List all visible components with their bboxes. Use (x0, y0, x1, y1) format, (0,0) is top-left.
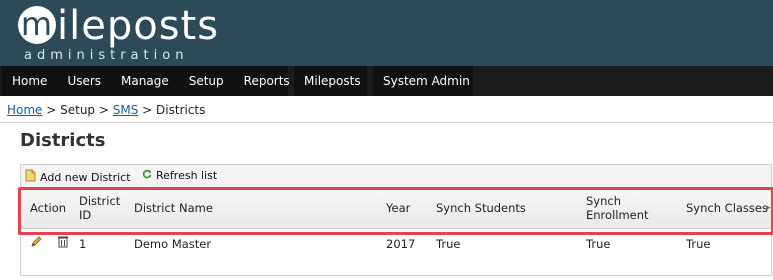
col-header-synch-students[interactable]: Synch Students (436, 201, 526, 215)
add-district-label: Add new District (40, 170, 131, 184)
logo-m-circle: m (18, 6, 56, 44)
col-header-district-name[interactable]: District Name (134, 201, 213, 215)
nav-users[interactable]: Users (57, 74, 111, 88)
grid-toolbar: Add new District Refresh list (21, 165, 771, 188)
col-header-district-id-line1: District (79, 194, 121, 208)
refresh-icon (142, 169, 152, 182)
breadcrumb-sms-link[interactable]: SMS (113, 103, 139, 117)
nav-system-admin[interactable]: System Admin (373, 74, 480, 88)
refresh-list-button[interactable]: Refresh list (142, 169, 217, 182)
mileposts-logo[interactable]: mileposts administration (18, 6, 219, 63)
app-header: mileposts administration (0, 0, 773, 66)
breadcrumb-home-link[interactable]: Home (7, 103, 42, 117)
cell-year: 2017 (386, 237, 416, 251)
cell-synch-students: True (436, 237, 461, 251)
breadcrumb-separator: > (138, 103, 157, 117)
breadcrumb-separator: > (42, 103, 61, 117)
col-header-year[interactable]: Year (386, 201, 410, 215)
breadcrumb: Home > Setup > SMS > Districts (7, 103, 205, 117)
page-title: Districts (20, 130, 106, 151)
nav-group-system: System Admin (373, 66, 473, 96)
districts-grid-panel: Add new District Refresh list Action Dis… (20, 164, 772, 276)
nav-home[interactable]: Home (2, 74, 57, 88)
edit-pencil-icon[interactable] (30, 235, 43, 252)
col-header-district-id-line2: ID (79, 208, 92, 222)
cell-synch-enrollment: True (586, 237, 611, 251)
main-nav: Home Users Manage Setup Reports Milepost… (0, 66, 773, 96)
cell-district-name: Demo Master (134, 237, 212, 251)
breadcrumb-separator: > (95, 103, 113, 117)
nav-mileposts[interactable]: Mileposts (294, 74, 371, 88)
nav-group-mileposts: Mileposts (294, 66, 367, 96)
nav-group-main: Home Users Manage Setup Reports (2, 66, 290, 96)
logo-wordmark: mileposts (18, 6, 219, 46)
cell-synch-classes: True (686, 237, 711, 251)
table-row[interactable]: 1 Demo Master 2017 True True True (21, 228, 771, 258)
col-header-synch-enrollment-line1: Synch (586, 194, 622, 208)
nav-setup[interactable]: Setup (179, 74, 234, 88)
col-header-synch-enrollment[interactable]: Synch Enrollment (586, 194, 649, 222)
col-header-synch-enrollment-line2: Enrollment (586, 208, 649, 222)
col-header-action[interactable]: Action (30, 201, 66, 215)
logo-wordmark-rest: ileposts (57, 3, 220, 49)
add-district-button[interactable]: Add new District (25, 169, 131, 185)
nav-manage[interactable]: Manage (111, 74, 179, 88)
breadcrumb-current: Districts (156, 103, 206, 117)
delete-trash-icon[interactable] (57, 235, 69, 252)
logo-subtitle: administration (24, 48, 189, 63)
nav-reports[interactable]: Reports (234, 74, 300, 88)
grid-header-row: Action District ID District Name Year Sy… (21, 188, 771, 229)
cell-district-id: 1 (79, 237, 87, 251)
col-header-synch-classes[interactable]: Synch Classes (686, 201, 768, 215)
breadcrumb-setup: Setup (60, 103, 96, 117)
add-document-icon (25, 169, 36, 185)
header-divider (0, 122, 773, 123)
refresh-list-label: Refresh list (156, 169, 218, 182)
col-header-district-id[interactable]: District ID (79, 194, 120, 222)
column-menu-arrow-icon[interactable]: ▸ (766, 203, 771, 213)
